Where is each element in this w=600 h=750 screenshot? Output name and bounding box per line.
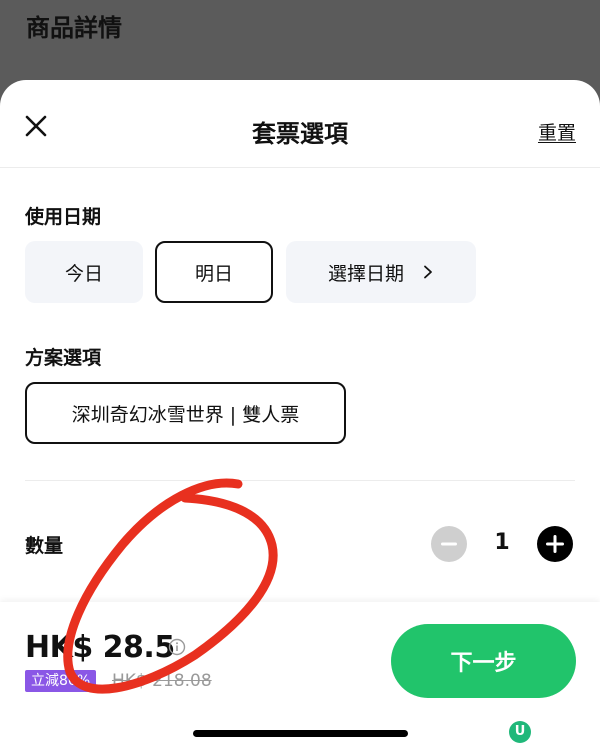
plan-option-label: 深圳奇幻冰雪世界 | 雙人票 <box>71 403 300 426</box>
plan-option[interactable]: 深圳奇幻冰雪世界 | 雙人票 <box>25 382 346 444</box>
info-icon[interactable] <box>168 638 186 656</box>
date-option-label: 今日 <box>64 262 103 285</box>
quantity-increase-button[interactable] <box>537 526 573 562</box>
ticket-options-sheet: 套票選項 重置 使用日期 今日 明日 選擇日期 方案選項 深圳奇幻冰雪世界 | … <box>0 80 600 750</box>
divider <box>25 480 575 481</box>
quantity-decrease-button[interactable] <box>431 526 467 562</box>
minus-icon <box>441 542 457 546</box>
plan-section-label: 方案選項 <box>25 347 102 369</box>
background-page-title: 商品詳情 <box>26 14 122 42</box>
date-option-label: 明日 <box>194 262 233 285</box>
plus-icon <box>546 535 564 553</box>
discount-badge: 立減80% <box>25 670 97 692</box>
date-option-tomorrow[interactable]: 明日 <box>155 241 273 303</box>
home-indicator <box>193 730 408 737</box>
next-step-label: 下一步 <box>450 651 517 676</box>
next-step-button[interactable]: 下一步 <box>391 624 576 698</box>
original-price: HK$ 218.08 <box>112 671 212 691</box>
date-option-pick-date[interactable]: 選擇日期 <box>286 241 476 303</box>
chevron-right-icon <box>424 265 432 279</box>
sheet-header: 套票選項 重置 <box>0 80 600 168</box>
current-price: HK$ 28.5 <box>25 630 175 665</box>
reset-link[interactable]: 重置 <box>538 118 576 145</box>
date-option-label: 選擇日期 <box>327 262 404 285</box>
background-header: 商品詳情 <box>0 0 600 80</box>
checkout-footer: HK$ 28.5 立減80% HK$ 218.08 下一步 U <box>0 602 600 750</box>
watermark-logo: U <box>509 721 531 743</box>
sheet-title: 套票選項 <box>252 120 348 148</box>
quantity-label: 數量 <box>25 535 64 557</box>
date-option-today[interactable]: 今日 <box>25 241 143 303</box>
quantity-value: 1 <box>494 530 510 555</box>
date-section-label: 使用日期 <box>25 206 102 228</box>
